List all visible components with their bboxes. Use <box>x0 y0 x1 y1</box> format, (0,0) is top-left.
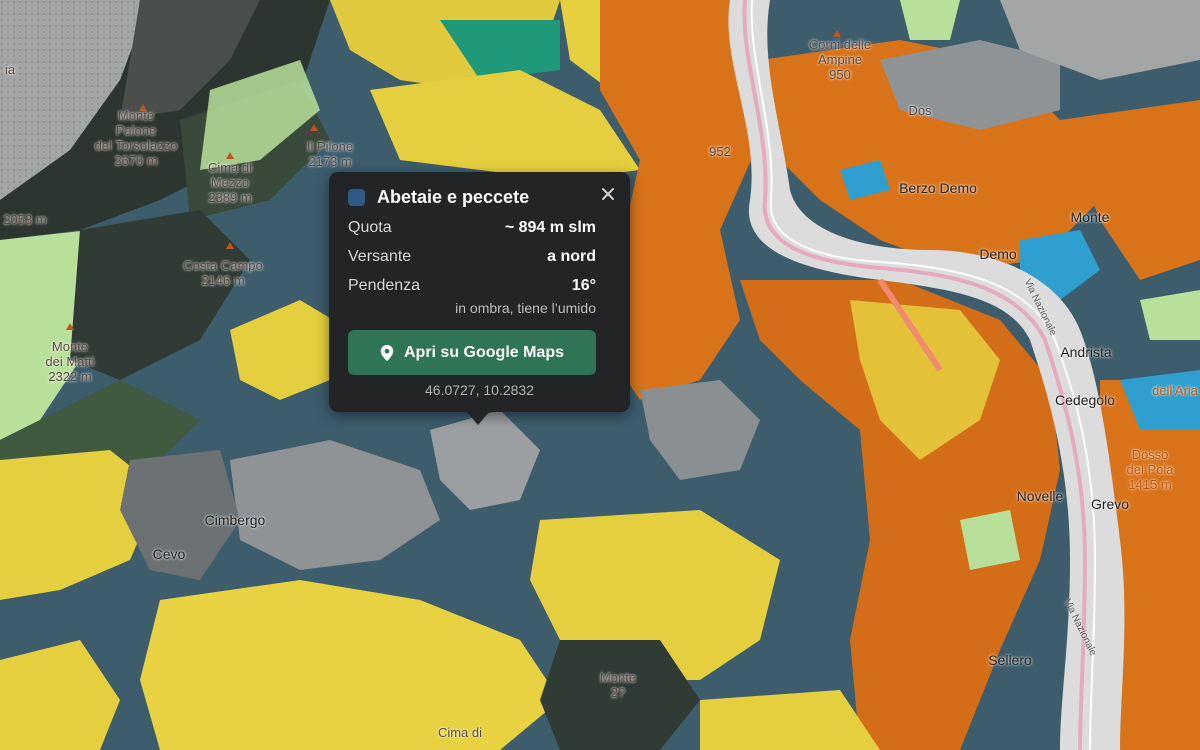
peak-marker-icon <box>139 104 147 111</box>
popup-tip <box>466 411 490 425</box>
row-value: ~ 894 m slm <box>504 219 596 236</box>
close-icon[interactable] <box>598 184 618 204</box>
row-label: Quota <box>348 219 392 236</box>
button-label: Apri su Google Maps <box>403 343 564 361</box>
peak-marker-icon <box>833 30 841 37</box>
map-pin-icon <box>380 344 394 361</box>
row-value: a nord <box>547 248 596 265</box>
row-label: Pendenza <box>348 277 421 294</box>
row-versante: Versante a nord <box>348 248 596 266</box>
row-label: Versante <box>348 248 412 265</box>
peak-marker-icon <box>226 242 234 249</box>
popup-header: Abetaie e peccete <box>348 187 529 208</box>
slope-note: in ombra, tiene l’umido <box>455 300 596 316</box>
row-value: 16° <box>571 277 596 294</box>
popup-title: Abetaie e peccete <box>377 187 530 207</box>
peak-marker-icon <box>310 124 318 131</box>
row-quota: Quota ~ 894 m slm <box>348 219 596 237</box>
peak-marker-icon <box>66 323 74 330</box>
map-feature-popup: Abetaie e peccete Quota ~ 894 m slm Vers… <box>329 172 630 412</box>
category-swatch <box>348 189 365 206</box>
peak-marker-icon <box>226 152 234 159</box>
open-google-maps-button[interactable]: Apri su Google Maps <box>348 330 596 375</box>
coordinates-readout: 46.0727, 10.2832 <box>425 382 534 398</box>
row-pendenza: Pendenza 16° <box>348 277 596 295</box>
